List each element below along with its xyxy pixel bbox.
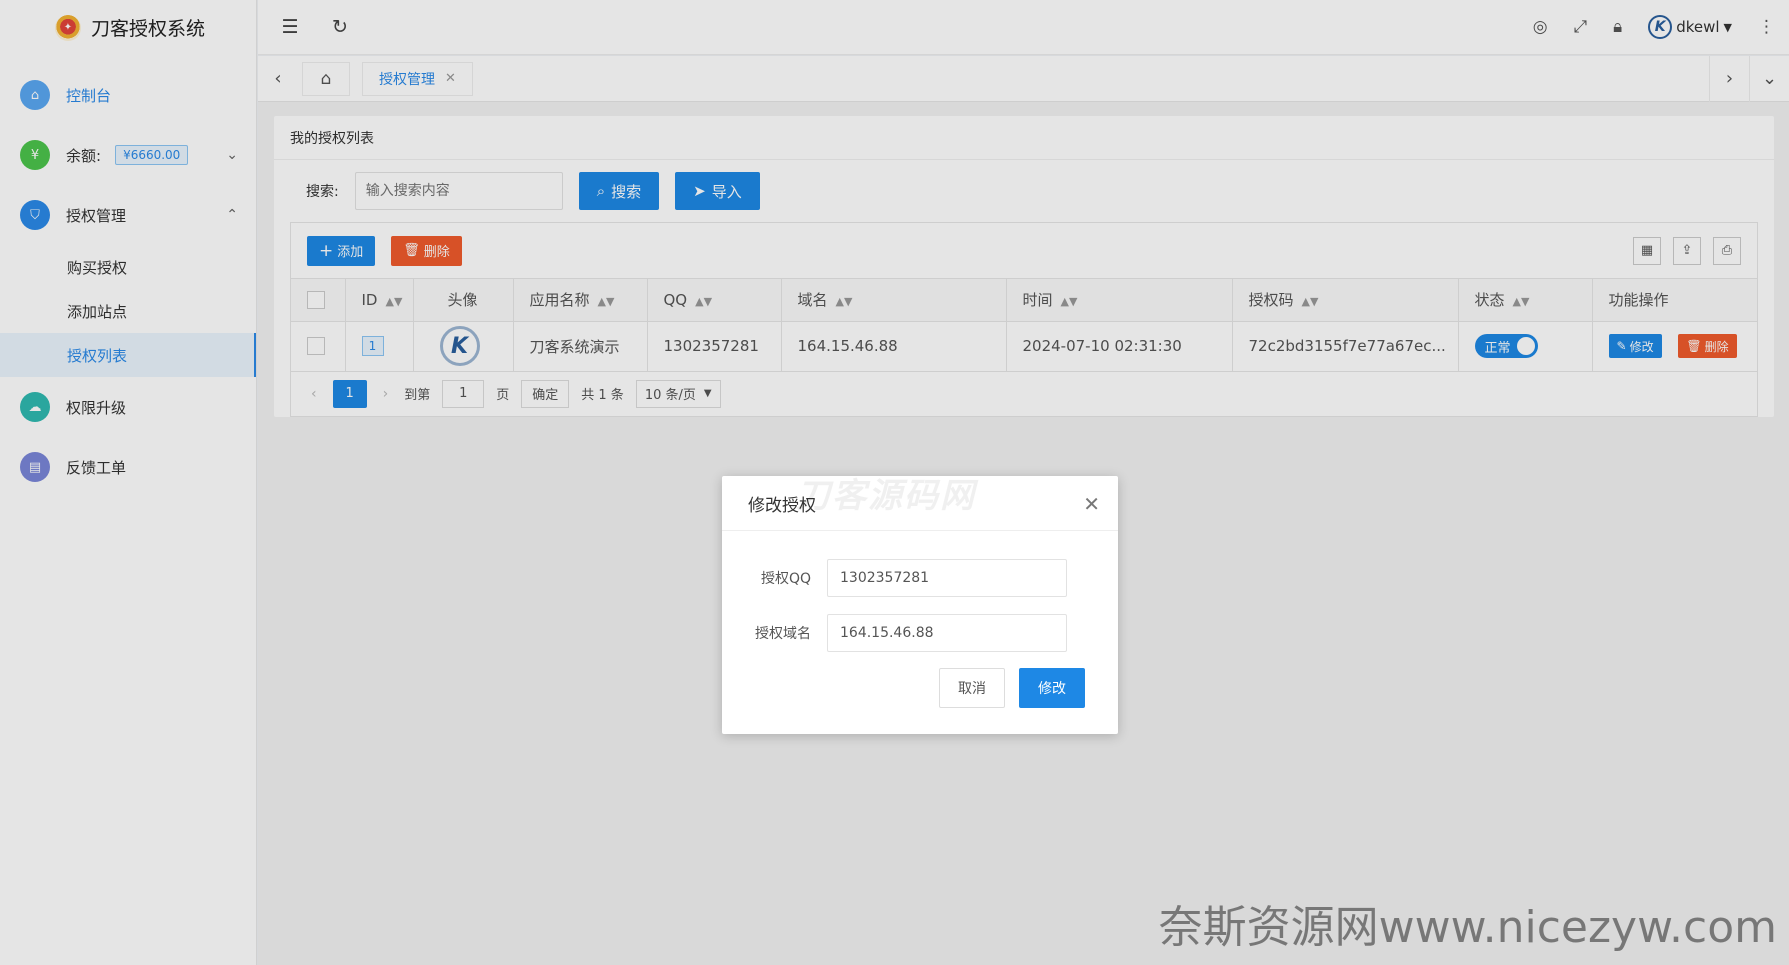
site-watermark: 奈斯资源网www.nicezyw.com <box>1158 902 1777 953</box>
form-row-domain: 授权域名 <box>722 614 1118 652</box>
domain-label: 授权域名 <box>755 626 811 642</box>
form-row-qq: 授权QQ <box>722 559 1118 597</box>
modal-watermark: 刀客源码网 <box>796 476 976 516</box>
qq-label: 授权QQ <box>760 571 811 587</box>
submit-edit-button[interactable]: 修改 <box>1019 668 1085 708</box>
close-icon[interactable]: ✕ <box>1083 492 1100 516</box>
cancel-button[interactable]: 取消 <box>939 668 1005 708</box>
modal-header: 刀客源码网 修改授权 ✕ <box>722 476 1118 531</box>
qq-field[interactable] <box>827 559 1067 597</box>
domain-field[interactable] <box>827 614 1067 652</box>
edit-auth-modal: 刀客源码网 修改授权 ✕ 授权QQ 授权域名 取消 修改 <box>722 476 1118 734</box>
modal-actions: 取消 修改 <box>722 668 1118 708</box>
